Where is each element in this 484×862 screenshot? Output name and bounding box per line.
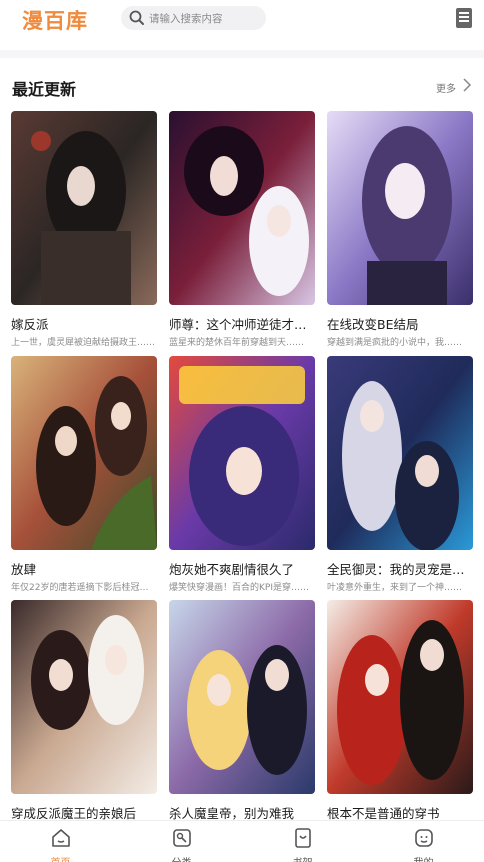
home-icon bbox=[52, 829, 70, 847]
app-logo[interactable]: 漫百库 bbox=[22, 5, 88, 35]
search-icon bbox=[129, 10, 144, 25]
tab-home[interactable]: 首页 bbox=[0, 821, 121, 862]
comic-title: 炮灰她不爽剧情很久了 bbox=[169, 562, 295, 577]
comic-desc: 蓝星来的楚休百年前穿越到天…… bbox=[169, 338, 305, 348]
comic-desc: 年仅22岁的唐若遥摘下影后桂冠…… bbox=[11, 583, 157, 593]
comic-cover[interactable] bbox=[11, 111, 157, 305]
tab-bookshelf[interactable]: 书架 bbox=[242, 821, 363, 862]
header-divider bbox=[0, 50, 484, 58]
tab-bookshelf-label: 书架 bbox=[242, 854, 363, 862]
section-title: 最近更新 bbox=[12, 80, 77, 99]
search-input[interactable]: 请输入搜索内容 bbox=[121, 6, 266, 30]
comic-cover[interactable] bbox=[169, 600, 315, 794]
tab-mine[interactable]: 我的 bbox=[363, 821, 484, 862]
comic-desc: 叶凌意外重生，来到了一个神…… bbox=[327, 583, 463, 593]
bookshelf-icon[interactable] bbox=[454, 7, 474, 29]
profile-icon bbox=[415, 829, 433, 847]
comic-cover[interactable] bbox=[169, 111, 315, 305]
comic-title: 在线改变BE结局 bbox=[327, 317, 419, 332]
tab-home-label: 首页 bbox=[0, 854, 121, 862]
comic-cover[interactable] bbox=[11, 356, 157, 550]
search-placeholder: 请输入搜索内容 bbox=[149, 13, 223, 25]
tab-category[interactable]: 分类 bbox=[121, 821, 242, 862]
comic-title: 嫁反派 bbox=[11, 317, 49, 332]
tab-mine-label: 我的 bbox=[363, 854, 484, 862]
comic-cover[interactable] bbox=[327, 111, 473, 305]
comic-cover[interactable] bbox=[327, 356, 473, 550]
comic-desc: 爆笑快穿漫画！百合的KPI是穿…… bbox=[169, 583, 309, 593]
comic-desc: 穿越到满是疯批的小说中，我…… bbox=[327, 338, 463, 348]
comic-title: 全民御灵：我的灵宠是女魔头 bbox=[327, 562, 473, 577]
comic-title: 放肆 bbox=[11, 562, 37, 577]
tab-category-label: 分类 bbox=[121, 854, 242, 862]
comic-cover[interactable] bbox=[11, 600, 157, 794]
bottom-tab-bar: 首页 分类 书架 我的 bbox=[0, 820, 484, 862]
comic-cover[interactable] bbox=[169, 356, 315, 550]
chevron-right-icon[interactable] bbox=[462, 78, 472, 92]
top-bar: 漫百库 请输入搜索内容 bbox=[0, 0, 484, 50]
comic-desc: 上一世，虞灵犀被迫献给摄政王…… bbox=[11, 338, 156, 348]
category-icon bbox=[173, 829, 191, 847]
comic-cover[interactable] bbox=[327, 600, 473, 794]
more-link[interactable]: 更多 bbox=[436, 80, 456, 95]
bookshelf-tab-icon bbox=[295, 828, 311, 848]
comic-title: 师尊：这个冲师逆徒才不是圣子 bbox=[169, 317, 315, 332]
